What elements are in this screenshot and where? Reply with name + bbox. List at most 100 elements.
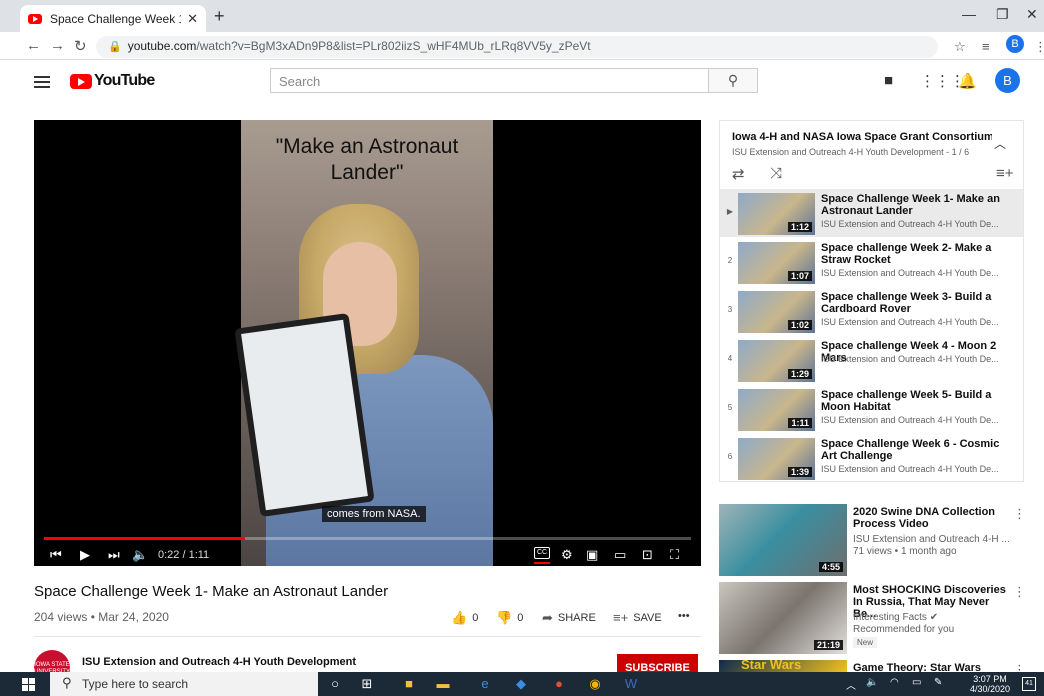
youtube-logo[interactable]: YouTube xyxy=(70,72,155,90)
new-tab-icon[interactable]: + xyxy=(214,6,225,27)
youtube-logo-text: YouTube xyxy=(94,72,155,89)
chrome-icon[interactable]: ◉ xyxy=(584,673,606,695)
recommended-video[interactable]: 21:19 Most SHOCKING Discoveries In Russia… xyxy=(719,582,1026,654)
taskbar-clock[interactable]: 3:07 PM 4/30/2020 xyxy=(962,674,1018,694)
duration-badge: 4:55 xyxy=(818,562,843,572)
playlist-item-channel: ISU Extension and Outreach 4-H Youth De.… xyxy=(821,317,999,327)
playlist-item[interactable]: 2 1:07 Space challenge Week 2- Make a Stra… xyxy=(720,238,1023,286)
browser-menu-icon[interactable]: ⋮ xyxy=(1034,39,1044,55)
playlist-item[interactable]: 5 1:11 Space challenge Week 5- Build a Moo… xyxy=(720,385,1023,433)
playlist-menu-icon[interactable]: ≡+ xyxy=(996,165,1014,182)
video-player[interactable]: "Make an Astronaut Lander" comes from NA… xyxy=(34,120,701,566)
playlist-subtitle: ISU Extension and Outreach 4-H Youth Dev… xyxy=(732,147,970,157)
taskbar-search-placeholder: Type here to search xyxy=(82,677,189,691)
more-options-icon[interactable]: ⋮ xyxy=(1013,506,1026,522)
minimize-icon[interactable]: — xyxy=(962,6,976,22)
volume-icon[interactable]: 🔈 xyxy=(132,547,148,563)
playlist-item[interactable]: 3 1:02 Space challenge Week 3- Build a Car… xyxy=(720,287,1023,335)
media-queue-icon[interactable]: ≡ xyxy=(982,39,990,54)
fullscreen-icon[interactable]: ⛶ xyxy=(670,547,679,563)
taskbar-search-input[interactable]: ⚲ Type here to search xyxy=(50,672,318,696)
playlist-item-index: 3 xyxy=(727,305,733,314)
dislike-button[interactable]: 👎 0 xyxy=(496,610,523,626)
browser-tab-bar: Space Challenge Week 1- Make a ✕ + — ❐ ✕ xyxy=(0,0,1044,32)
create-video-icon[interactable]: ■ xyxy=(884,72,893,89)
powerpoint-icon[interactable]: ● xyxy=(548,673,570,695)
cortana-icon[interactable]: ○ xyxy=(324,673,346,695)
cast-icon[interactable]: ⊡ xyxy=(642,547,653,563)
back-icon[interactable]: ← xyxy=(26,37,41,54)
playlist-item[interactable]: ▶ 1:12 Space Challenge Week 1- Make an Ast… xyxy=(720,189,1023,237)
playlist-item-thumbnail: 1:29 xyxy=(738,340,815,382)
more-options-icon[interactable]: ⋮ xyxy=(1013,584,1026,600)
more-actions-icon[interactable]: ••• xyxy=(678,610,690,622)
video-title: Space Challenge Week 1- Make an Astronau… xyxy=(34,583,389,600)
shuffle-icon[interactable]: ⤨ xyxy=(770,165,782,182)
volume-tray-icon[interactable]: 🔈 xyxy=(866,677,878,688)
reload-icon[interactable]: ↻ xyxy=(74,37,87,55)
store-icon[interactable]: ■ xyxy=(398,673,420,695)
close-tab-icon[interactable]: ✕ xyxy=(187,11,198,27)
hamburger-menu-icon[interactable] xyxy=(34,76,50,88)
recommended-thumbnail: Star Wars xyxy=(719,657,847,672)
playlist-item-title: Space Challenge Week 1- Make an Astronau… xyxy=(821,193,1000,217)
windows-start-icon[interactable] xyxy=(22,678,35,691)
video-overlay-title: "Make an Astronaut Lander" xyxy=(275,135,459,184)
tray-chevron-icon[interactable]: ︿ xyxy=(846,677,856,692)
task-view-icon[interactable]: ⊞ xyxy=(356,673,378,695)
playlist-item-title: Space challenge Week 3- Build a Cardboar… xyxy=(821,291,992,315)
clock-time: 3:07 PM xyxy=(973,674,1007,684)
recommended-channel: ISU Extension and Outreach 4-H ... xyxy=(853,534,1010,545)
notifications-bell-icon[interactable]: 🔔 xyxy=(958,72,977,90)
play-icon[interactable]: ▶ xyxy=(80,547,90,563)
share-button[interactable]: ➦ SHARE xyxy=(542,610,596,626)
file-explorer-icon[interactable]: ▬ xyxy=(432,673,454,695)
browser-profile-avatar[interactable]: B xyxy=(1006,35,1024,53)
recommended-video[interactable]: 4:55 2020 Swine DNA Collection Process Vi… xyxy=(719,504,1026,576)
like-button[interactable]: 👍 0 xyxy=(451,610,478,626)
settings-gear-icon[interactable]: ⚙ xyxy=(561,547,573,563)
channel-name[interactable]: ISU Extension and Outreach 4-H Youth Dev… xyxy=(82,656,356,668)
youtube-favicon-icon xyxy=(28,13,42,24)
previous-icon[interactable]: ⏮ xyxy=(50,547,62,563)
outlook-icon[interactable]: ◆ xyxy=(510,673,532,695)
progress-bar[interactable] xyxy=(44,537,691,540)
youtube-play-logo-icon xyxy=(70,73,92,89)
battery-tray-icon[interactable]: ▭ xyxy=(912,677,921,688)
playlist-item-channel: ISU Extension and Outreach 4-H Youth De.… xyxy=(821,464,999,474)
duration-badge: 1:02 xyxy=(787,320,812,330)
bookmark-star-icon[interactable]: ☆ xyxy=(954,39,966,55)
url-host: youtube.com xyxy=(127,39,197,53)
miniplayer-icon[interactable]: ▣ xyxy=(586,547,598,563)
playlist-item-channel: ISU Extension and Outreach 4-H Youth De.… xyxy=(821,354,999,364)
edge-icon[interactable]: e xyxy=(474,673,496,695)
address-bar-row: ← → ↻ 🔒 youtube.com/watch?v=BgM3xADn9P8&l… xyxy=(0,32,1044,60)
search-button[interactable]: ⚲ xyxy=(708,68,758,93)
duration-badge: 1:29 xyxy=(787,369,812,379)
dislike-count: 0 xyxy=(517,612,524,624)
wifi-tray-icon[interactable]: ◠ xyxy=(890,677,899,688)
notification-center-icon[interactable]: 41 xyxy=(1022,677,1036,691)
save-button[interactable]: ≡+ SAVE xyxy=(613,610,662,625)
next-icon[interactable]: ⏭ xyxy=(108,547,120,563)
subtitles-icon[interactable]: CC xyxy=(534,547,550,559)
recommended-video[interactable]: Star Wars Game Theory: Star Wars ⋮ xyxy=(719,657,1026,677)
loop-icon[interactable]: ⇄ xyxy=(732,165,745,183)
account-avatar[interactable]: B xyxy=(995,68,1020,93)
theater-mode-icon[interactable]: ▭ xyxy=(614,547,626,563)
playlist-item[interactable]: 6 1:39 Space Challenge Week 6 - Cosmic Art… xyxy=(720,434,1023,482)
maximize-icon[interactable]: ❐ xyxy=(996,6,1009,23)
playlist-item-index: 2 xyxy=(727,256,733,265)
close-window-icon[interactable]: ✕ xyxy=(1026,6,1038,23)
info-divider xyxy=(34,636,701,637)
browser-tab[interactable]: Space Challenge Week 1- Make a ✕ xyxy=(20,5,206,32)
search-input[interactable]: Search xyxy=(270,68,708,93)
pen-tray-icon[interactable]: ✎ xyxy=(934,677,942,688)
word-icon[interactable]: W xyxy=(620,673,642,695)
playlist-item[interactable]: 4 1:29 Space challenge Week 4 - Moon 2 Mar… xyxy=(720,336,1023,384)
forward-icon[interactable]: → xyxy=(50,37,65,54)
playlist-title[interactable]: Iowa 4-H and NASA Iowa Space Grant Conso… xyxy=(732,131,992,143)
playlist-item-channel: ISU Extension and Outreach 4-H Youth De.… xyxy=(821,415,999,425)
collapse-chevron-icon[interactable]: ︿ xyxy=(994,135,1006,152)
url-field[interactable]: 🔒 youtube.com/watch?v=BgM3xADn9P8&list=PL… xyxy=(96,36,938,58)
